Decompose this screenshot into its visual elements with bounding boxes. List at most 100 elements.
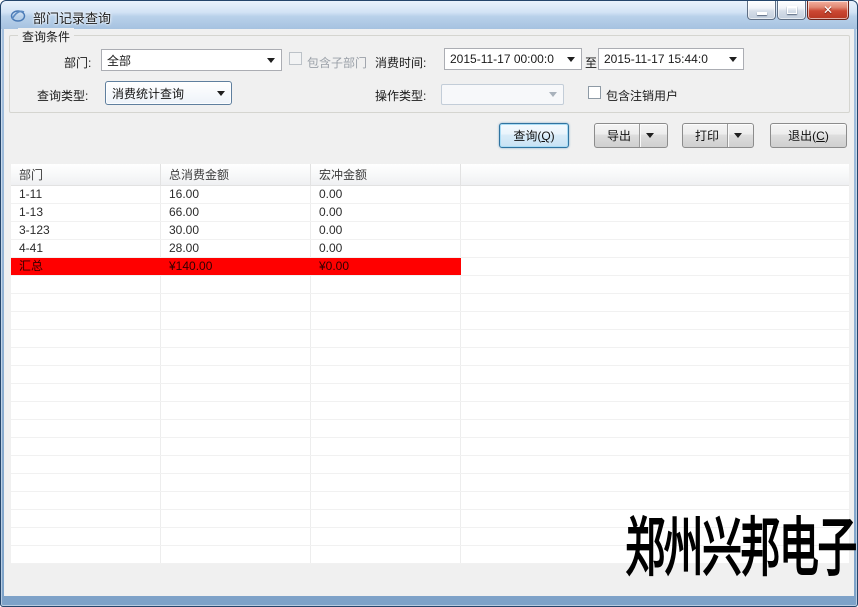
table-cell	[461, 420, 849, 437]
table-cell	[161, 366, 311, 383]
table-cell	[311, 492, 461, 509]
maximize-button[interactable]	[777, 1, 806, 20]
table-cell: 3-123	[11, 222, 161, 239]
query-button[interactable]: 查询(Q)	[499, 123, 569, 148]
table-cell	[311, 294, 461, 311]
table-cell	[461, 186, 849, 203]
chevron-down-icon	[729, 57, 737, 62]
table-header-row: 部门 总消费金额 宏冲金额	[11, 164, 849, 186]
table-cell	[161, 384, 311, 401]
table-cell	[311, 402, 461, 419]
export-dropdown-toggle[interactable]	[640, 133, 660, 138]
empty-row	[11, 438, 849, 456]
table-cell: 66.00	[161, 204, 311, 221]
table-cell	[11, 402, 161, 419]
empty-row	[11, 312, 849, 330]
table-cell: ¥0.00	[311, 258, 461, 275]
title-bar[interactable]: 部门记录查询 ✕	[1, 1, 857, 29]
column-header-total-amount[interactable]: 总消费金额	[161, 164, 311, 185]
table-cell: 16.00	[161, 186, 311, 203]
table-cell	[11, 510, 161, 527]
empty-row	[11, 330, 849, 348]
table-row[interactable]: 4-4128.000.00	[11, 240, 849, 258]
export-button-label: 导出	[607, 127, 631, 144]
table-cell	[461, 330, 849, 347]
table-cell	[311, 546, 461, 563]
query-type-label: 查询类型:	[37, 87, 88, 104]
department-value: 全部	[102, 52, 265, 69]
include-cancelled-checkbox[interactable]	[588, 86, 601, 99]
column-header-flush-amount[interactable]: 宏冲金额	[311, 164, 461, 185]
table-cell	[161, 276, 311, 293]
include-subdept-checkbox	[289, 52, 302, 65]
table-cell: 0.00	[311, 222, 461, 239]
vendor-watermark: 郑州兴邦电子	[625, 515, 856, 583]
minimize-button[interactable]	[747, 1, 776, 20]
table-cell	[11, 456, 161, 473]
exit-button[interactable]: 退出(C)	[770, 123, 847, 148]
table-cell	[461, 438, 849, 455]
table-body: 1-1116.000.001-1366.000.003-12330.000.00…	[11, 186, 849, 564]
print-dropdown-toggle[interactable]	[728, 133, 748, 138]
window-title: 部门记录查询	[33, 8, 111, 27]
table-cell	[11, 330, 161, 347]
operation-type-combo	[441, 84, 564, 105]
table-cell	[11, 366, 161, 383]
query-type-combo[interactable]: 消费统计查询	[105, 81, 232, 105]
table-cell	[461, 204, 849, 221]
empty-row	[11, 294, 849, 312]
time-to-picker[interactable]: 2015-11-17 15:44:0	[598, 48, 744, 70]
time-from-picker[interactable]: 2015-11-17 00:00:0	[444, 48, 582, 70]
chevron-down-icon	[549, 92, 557, 97]
results-table: 部门 总消费金额 宏冲金额 1-1116.000.001-1366.000.00…	[11, 164, 849, 564]
table-cell	[461, 294, 849, 311]
table-cell	[311, 528, 461, 545]
table-cell	[311, 366, 461, 383]
app-icon	[10, 7, 26, 23]
table-cell	[461, 258, 849, 275]
table-cell	[461, 222, 849, 239]
table-cell: ¥140.00	[161, 258, 311, 275]
table-cell	[161, 330, 311, 347]
consume-time-label: 消费时间:	[375, 54, 426, 71]
table-cell	[311, 456, 461, 473]
table-cell	[311, 438, 461, 455]
summary-row[interactable]: 汇总¥140.00¥0.00	[11, 258, 849, 276]
export-split-button[interactable]: 导出	[594, 123, 668, 148]
table-cell	[11, 276, 161, 293]
table-cell	[461, 240, 849, 257]
maximize-icon	[787, 6, 797, 14]
include-cancelled-label: 包含注销用户	[606, 87, 678, 104]
table-cell	[461, 366, 849, 383]
table-cell	[311, 330, 461, 347]
table-cell	[161, 402, 311, 419]
time-from-value: 2015-11-17 00:00:0	[445, 52, 565, 66]
table-cell	[11, 528, 161, 545]
table-cell	[161, 546, 311, 563]
table-cell	[161, 438, 311, 455]
table-cell	[161, 510, 311, 527]
department-label: 部门:	[64, 54, 91, 71]
table-cell	[461, 276, 849, 293]
operation-type-label: 操作类型:	[375, 87, 426, 104]
empty-row	[11, 348, 849, 366]
close-icon: ✕	[808, 3, 848, 17]
department-combo[interactable]: 全部	[101, 49, 282, 71]
time-to-value: 2015-11-17 15:44:0	[599, 52, 727, 66]
table-row[interactable]: 1-1366.000.00	[11, 204, 849, 222]
query-button-label: 查询(Q)	[513, 127, 554, 144]
table-row[interactable]: 1-1116.000.00	[11, 186, 849, 204]
chevron-down-icon	[567, 57, 575, 62]
close-button[interactable]: ✕	[807, 1, 849, 20]
empty-row	[11, 276, 849, 294]
table-cell	[311, 276, 461, 293]
empty-row	[11, 384, 849, 402]
column-header-department[interactable]: 部门	[11, 164, 161, 185]
table-cell	[11, 492, 161, 509]
print-split-button[interactable]: 打印	[682, 123, 754, 148]
table-cell: 30.00	[161, 222, 311, 239]
table-cell	[311, 420, 461, 437]
table-cell	[11, 348, 161, 365]
exit-button-label: 退出(C)	[788, 127, 829, 144]
table-row[interactable]: 3-12330.000.00	[11, 222, 849, 240]
